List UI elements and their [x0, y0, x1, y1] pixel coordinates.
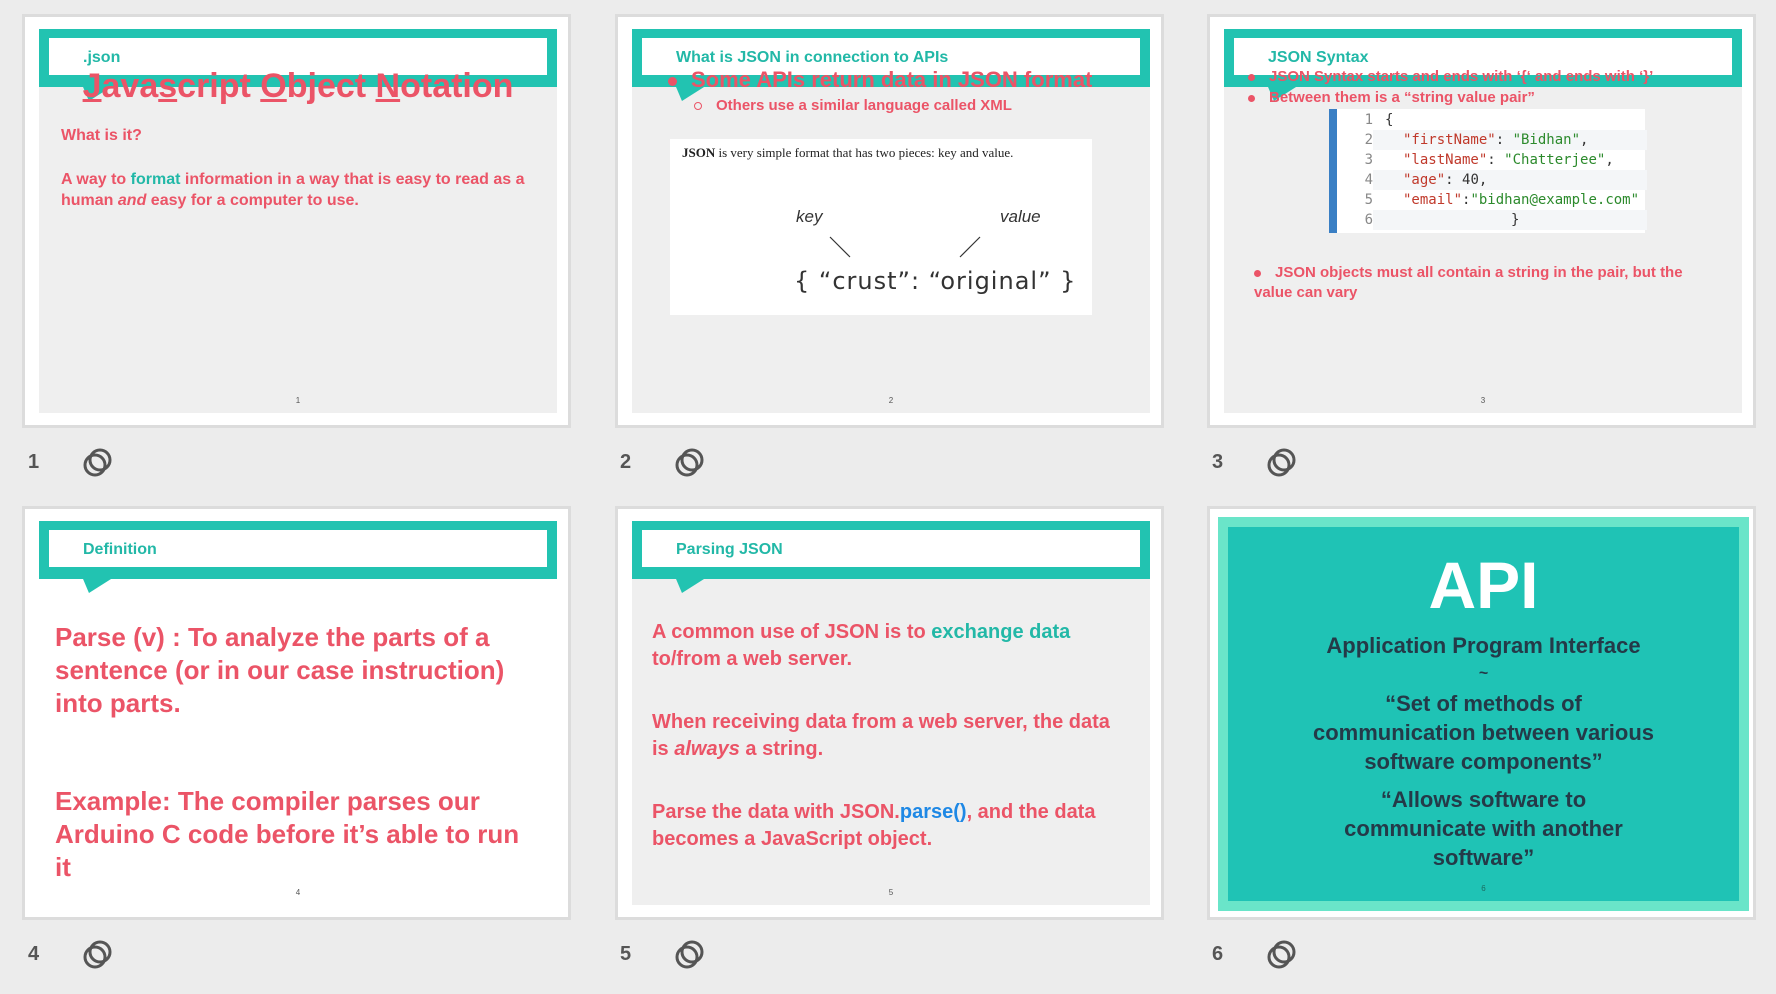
code-line: "lastName": "Chatterjee",	[1403, 152, 1614, 168]
slide-thumbnail-1[interactable]: .json Javascript Object Notation What is…	[22, 14, 571, 428]
line-number: 2	[1364, 132, 1373, 148]
link-rings-icon[interactable]	[80, 938, 114, 972]
slide-heading: API	[1428, 548, 1539, 622]
code-line: "email":"bidhan@example.com"	[1403, 192, 1640, 208]
definition-text: Parse (v) : To analyze the parts of a se…	[55, 622, 505, 718]
code-line: "age": 40,	[1403, 172, 1488, 188]
bullet-item: JSON objects must all contain a string i…	[1254, 264, 1683, 301]
link-rings-icon[interactable]	[1264, 446, 1298, 480]
slide-canvas: Parsing JSON A common use of JSON is to …	[632, 521, 1150, 905]
page-number: 1	[295, 396, 301, 405]
link-rings-icon[interactable]	[672, 446, 706, 480]
slide-answer: A way to format information in a way tha…	[61, 171, 525, 209]
slide-thumbnail-4[interactable]: Definition Parse (v) : To analyze the pa…	[22, 506, 571, 920]
body-paragraph: A common use of JSON is to exchange data…	[652, 621, 1071, 670]
separator-tilde: ~	[1478, 665, 1489, 682]
slide-number-label: 4	[28, 943, 40, 965]
line-number: 3	[1364, 152, 1373, 168]
slide-question: What is it?	[61, 127, 142, 144]
slide-canvas: API Application Program Interface ~ “Set…	[1218, 517, 1749, 911]
body-paragraph: Parse the data with JSON.parse(), and th…	[652, 801, 1096, 850]
code-block: 1 2 3 4 5 6 { "firstName": "Bidhan", "la…	[1329, 109, 1647, 233]
slide-number-label: 3	[1212, 451, 1224, 473]
slide-canvas: JSON Syntax JSON Syntax starts and ends …	[1224, 29, 1742, 413]
json-example: { “crust”: “original” }	[794, 267, 1077, 295]
banner-tail	[74, 579, 112, 593]
slide-thumbnail-6[interactable]: API Application Program Interface ~ “Set…	[1207, 506, 1756, 920]
link-rings-icon[interactable]	[672, 938, 706, 972]
banner-title: Definition	[83, 541, 157, 558]
page-number: 4	[295, 888, 301, 897]
code-line: }	[1511, 212, 1520, 228]
subtitle: Application Program Interface	[1326, 633, 1641, 658]
sub-bullet-item: Others use a similar language called XML	[694, 97, 1012, 114]
slide-number-label: 1	[28, 451, 40, 473]
code-line: "firstName": "Bidhan",	[1403, 132, 1589, 148]
banner-title: Parsing JSON	[676, 541, 783, 558]
slide-sorter-grid: .json Javascript Object Notation What is…	[0, 0, 1776, 994]
bullet-item: JSON Syntax starts and ends with ‘{‘ and…	[1248, 68, 1653, 85]
example-text: Example: The compiler parses our Arduino…	[55, 786, 520, 882]
slide-canvas: What is JSON in connection to APIs Some …	[632, 29, 1150, 413]
banner-title: JSON Syntax	[1268, 49, 1369, 66]
slide-canvas: .json Javascript Object Notation What is…	[39, 29, 557, 413]
slide-thumbnail-3[interactable]: JSON Syntax JSON Syntax starts and ends …	[1207, 14, 1756, 428]
page-number: 6	[1481, 884, 1486, 893]
bullet-item: Some APIs return data in JSON format	[668, 67, 1092, 93]
line-number: 6	[1364, 212, 1373, 228]
slide-thumbnail-2[interactable]: What is JSON in connection to APIs Some …	[615, 14, 1164, 428]
definition-quote: “Allows software to communicate with ano…	[1344, 787, 1623, 870]
slide-thumbnail-5[interactable]: Parsing JSON A common use of JSON is to …	[615, 506, 1164, 920]
line-number: 4	[1364, 172, 1373, 188]
slide-number-label: 2	[620, 451, 632, 473]
link-rings-icon[interactable]	[80, 446, 114, 480]
page-number: 5	[888, 888, 894, 897]
slide-canvas: Definition Parse (v) : To analyze the pa…	[39, 521, 557, 905]
definition-quote: “Set of methods of communication between…	[1312, 691, 1655, 774]
banner-title: .json	[83, 49, 121, 66]
title-banner: Parsing JSON	[632, 521, 1150, 579]
banner-title: What is JSON in connection to APIs	[676, 49, 949, 66]
bullet-item: Between them is a “string value pair”	[1248, 89, 1535, 106]
link-rings-icon[interactable]	[1264, 938, 1298, 972]
line-number: 5	[1364, 192, 1373, 208]
json-diagram-image: JSON is very simple format that has two …	[670, 139, 1092, 315]
page-number: 2	[888, 396, 894, 405]
slide-number-label: 6	[1212, 943, 1224, 965]
banner-tail	[667, 579, 705, 593]
slide-number-label: 5	[620, 943, 632, 965]
page-number: 3	[1480, 396, 1486, 405]
line-number: 1	[1364, 112, 1373, 128]
body-paragraph: When receiving data from a web server, t…	[652, 711, 1110, 760]
title-banner: Definition	[39, 521, 557, 579]
slide-heading: Javascript Object Notation	[82, 67, 514, 105]
code-line: {	[1385, 112, 1394, 128]
